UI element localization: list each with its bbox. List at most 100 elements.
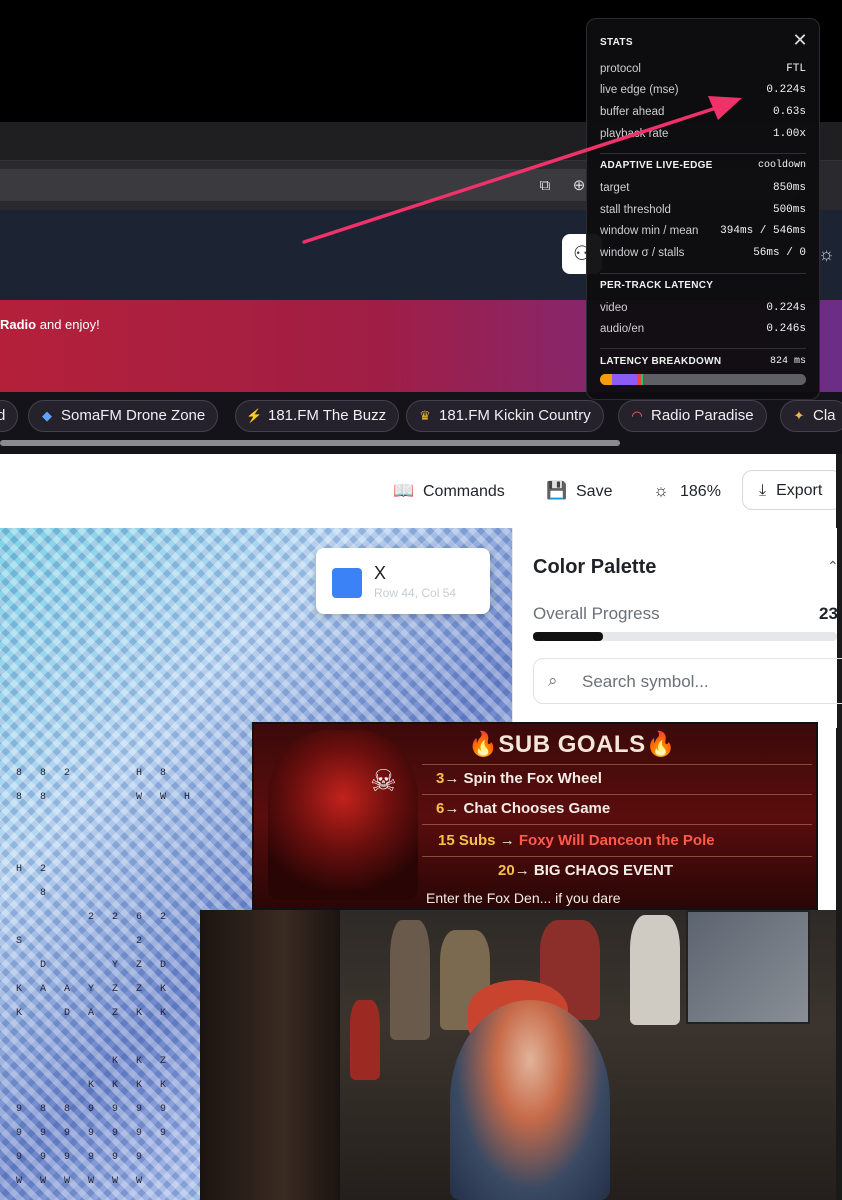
search-input[interactable]: [580, 667, 842, 697]
save-button[interactable]: 💾 Save: [546, 480, 612, 502]
latency-segment: [612, 374, 638, 385]
latency-breakdown-bar: [600, 374, 806, 385]
webcam-feed: [200, 910, 836, 1200]
grid-symbol: K: [160, 1008, 167, 1019]
install-app-icon[interactable]: ⧉: [536, 177, 554, 195]
grid-symbol: 8: [16, 792, 23, 803]
stats-row: playback rate 1.00x: [600, 128, 806, 140]
webcam-person: [450, 1000, 610, 1200]
adaptive-state: cooldown: [757, 160, 806, 171]
grid-symbol: 8: [64, 1104, 71, 1115]
crown-icon: ♛: [419, 408, 431, 423]
latency-segment: [641, 374, 644, 385]
station-chip-kickin-country[interactable]: ♛ 181.FM Kickin Country: [406, 400, 604, 432]
divider: [600, 348, 806, 349]
grid-symbol: D: [40, 960, 47, 971]
grid-symbol: 8: [40, 1104, 47, 1115]
grid-symbol: W: [160, 792, 167, 803]
tooltip-position: Row 44, Col 54: [374, 586, 457, 600]
theme-toggle-icon[interactable]: ☼: [818, 244, 835, 265]
grid-symbol: H: [136, 768, 143, 779]
divider: [600, 153, 806, 154]
grid-symbol: H: [184, 792, 191, 803]
progress-fill: [533, 632, 603, 641]
grid-symbol: D: [160, 960, 167, 971]
horizontal-scrollbar[interactable]: [0, 440, 620, 446]
divider: [600, 273, 806, 274]
color-palette-panel: Color Palette ⌃ Overall Progress 23 ⌕: [512, 528, 842, 728]
grid-symbol: 9: [112, 1104, 119, 1115]
grid-symbol: 9: [88, 1152, 95, 1163]
grid-symbol: 8: [16, 768, 23, 779]
sun-icon: ☼: [653, 481, 669, 500]
grid-symbol: 9: [16, 1128, 23, 1139]
search-icon: ⌕: [548, 671, 558, 690]
station-chip-somafm-drone-zone[interactable]: ◆ SomaFM Drone Zone: [28, 400, 219, 432]
grid-symbol: K: [160, 984, 167, 995]
color-swatch: [332, 568, 362, 598]
station-chip-the-buzz[interactable]: ⚡ 181.FM The Buzz: [235, 400, 400, 432]
adaptive-heading: ADAPTIVE LIVE-EDGE: [600, 160, 713, 171]
station-chip-radio-paradise[interactable]: ◠ Radio Paradise: [618, 400, 767, 432]
grid-symbol: W: [136, 1176, 143, 1187]
grid-symbol: K: [16, 1008, 23, 1019]
station-chip[interactable]: d: [0, 400, 19, 432]
grid-symbol: K: [160, 1080, 167, 1091]
grid-symbol: Y: [88, 984, 95, 995]
grid-symbol: Z: [160, 1056, 167, 1067]
grid-symbol: 8: [160, 768, 167, 779]
sub-goal-item: 3→ Spin the Fox Wheel: [436, 770, 602, 787]
grid-symbol: 8: [40, 888, 47, 899]
webcam-door: [200, 910, 340, 1200]
grid-symbol: 9: [136, 1128, 143, 1139]
grid-symbol: 9: [112, 1128, 119, 1139]
stats-row: window min / mean 394ms / 546ms: [600, 225, 806, 237]
symbol-search[interactable]: ⌕: [533, 658, 842, 704]
grid-symbol: S: [16, 936, 23, 947]
webcam-poster: [686, 910, 810, 1024]
grid-symbol: W: [64, 1176, 71, 1187]
grid-symbol: 9: [16, 1104, 23, 1115]
grid-symbol: 9: [88, 1128, 95, 1139]
stats-panel: STATS ✕ protocol FTL live edge (mse) 0.224…: [586, 18, 820, 400]
grid-symbol: 2: [112, 912, 119, 923]
stats-row: window σ / stalls 56ms / 0: [600, 247, 806, 259]
tooltip-symbol: X: [374, 563, 387, 583]
stats-row: buffer ahead 0.63s: [600, 106, 806, 118]
station-chip[interactable]: ✦ Cla: [780, 400, 842, 432]
grid-symbol: 2: [64, 768, 71, 779]
grid-symbol: 2: [40, 864, 47, 875]
grid-symbol: W: [40, 1176, 47, 1187]
sub-goals-overlay: ☠ 🔥SUB GOALS🔥 3→ Spin the Fox Wheel 6→ C…: [252, 722, 818, 910]
per-track-heading: PER-TRACK LATENCY: [600, 280, 714, 291]
stats-row: video 0.224s: [600, 302, 806, 314]
grid-symbol: K: [112, 1056, 119, 1067]
progress-label: Overall Progress: [533, 604, 660, 623]
panel-title: Color Palette: [533, 556, 657, 578]
grid-symbol: 9: [40, 1152, 47, 1163]
grid-symbol: 2: [136, 936, 143, 947]
flame-icon: 🔥: [645, 731, 676, 758]
grid-symbol: A: [64, 984, 71, 995]
grid-symbol: H: [16, 864, 23, 875]
sparkle-icon: ✦: [793, 408, 805, 423]
grid-symbol: K: [136, 1008, 143, 1019]
grid-symbol: 6: [136, 912, 143, 923]
stats-row: target 850ms: [600, 182, 806, 194]
grid-symbol: 9: [112, 1152, 119, 1163]
book-icon: 📖: [393, 481, 415, 500]
cell-tooltip: X Row 44, Col 54: [316, 548, 490, 614]
commands-button[interactable]: 📖 Commands: [393, 480, 504, 502]
progress-value: 23: [819, 604, 838, 623]
grid-symbol: W: [88, 1176, 95, 1187]
breakdown-total: 824 ms: [769, 356, 806, 367]
grid-symbol: Z: [112, 984, 119, 995]
chevron-up-icon[interactable]: ⌃: [827, 558, 839, 575]
close-icon[interactable]: ✕: [791, 31, 809, 49]
grid-symbol: Y: [112, 960, 119, 971]
export-button[interactable]: ⤓ Export: [742, 470, 842, 510]
divider: [422, 824, 812, 825]
grid-symbol: K: [136, 1080, 143, 1091]
grid-symbol: 8: [40, 792, 47, 803]
zoom-brightness-button[interactable]: ☼ 186%: [650, 480, 721, 502]
